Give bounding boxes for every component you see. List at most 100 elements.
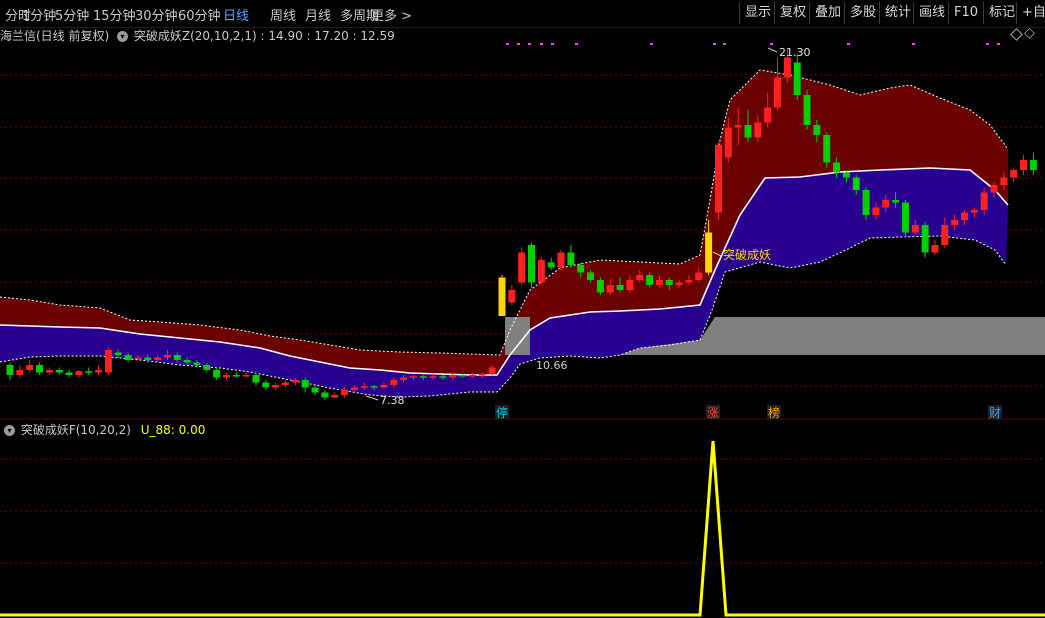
- marker-1: 涨: [707, 405, 719, 420]
- toolbar-button-6[interactable]: F10: [948, 2, 983, 24]
- candle-body: [951, 220, 959, 225]
- toolbar-button-5[interactable]: 画线: [913, 2, 950, 24]
- u88-line: [0, 440, 1045, 617]
- candle-body: [104, 350, 112, 373]
- period-tab-7[interactable]: 周线: [270, 5, 296, 24]
- candle-body: [646, 275, 654, 285]
- lower-indicator-chart: [0, 440, 1045, 617]
- candle-body: [528, 245, 536, 283]
- candle-body: [203, 365, 211, 370]
- candle-body: [95, 370, 103, 373]
- top-dot-4: [551, 43, 554, 45]
- candle-body: [714, 145, 722, 213]
- lower-indicator-value: U_88: 0.00: [140, 423, 206, 437]
- candle-body: [439, 376, 447, 378]
- toolbar-button-2[interactable]: 叠加: [809, 2, 846, 24]
- candle-body: [774, 77, 782, 108]
- signal-label: 突破成妖: [723, 247, 771, 262]
- top-dot-10: [847, 43, 850, 45]
- candle-body: [833, 162, 841, 173]
- candle-body: [606, 285, 614, 293]
- indicator-toggle-icon[interactable]: ▾: [117, 31, 129, 42]
- candle-body: [16, 370, 24, 375]
- candle-body: [341, 390, 349, 395]
- more-icon[interactable]: ◇: [1024, 25, 1035, 41]
- candle-body: [1020, 160, 1028, 170]
- candle-body: [803, 95, 811, 125]
- candle-body: [311, 387, 319, 393]
- candle-body: [901, 202, 909, 233]
- period-tab-6[interactable]: 日线: [223, 5, 249, 24]
- candle-body: [36, 365, 44, 373]
- candle-body: [1029, 160, 1037, 170]
- top-dot-1: [517, 43, 520, 45]
- toolbar-button-7[interactable]: 标记: [983, 2, 1020, 24]
- toolbar-button-0[interactable]: 显示: [739, 2, 776, 24]
- toolbar-button-3[interactable]: 多股: [844, 2, 881, 24]
- candle-body: [685, 280, 693, 283]
- toolbar-button-1[interactable]: 复权: [774, 2, 811, 24]
- candle-body: [400, 377, 408, 380]
- period-tab-2[interactable]: 5分钟: [55, 5, 89, 24]
- candle-body: [390, 380, 398, 385]
- candle-body: [291, 380, 299, 383]
- top-dot-6: [650, 43, 653, 45]
- candle-body: [321, 392, 329, 398]
- lower-indicator-name[interactable]: 突破成妖F(10,20,2): [21, 423, 131, 437]
- candle-body: [813, 125, 821, 135]
- indicator-name[interactable]: 突破成妖Z(20,10,2,1): [134, 29, 257, 43]
- top-dot-2: [528, 43, 531, 45]
- candle-body: [1010, 170, 1018, 178]
- top-dot-13: [997, 43, 1000, 45]
- top-dot-11: [912, 43, 915, 45]
- candle-body: [872, 207, 880, 215]
- top-dot-12: [986, 43, 989, 45]
- main-chart[interactable]: 21.30 7.38 10.66 突破成妖停 涨 榜 财: [0, 0, 1045, 618]
- indicator-values: : 14.90 : 17.20 : 12.59: [260, 29, 395, 43]
- period-tab-5[interactable]: 60分钟: [178, 5, 221, 24]
- lower-info-line: ▾ 突破成妖F(10,20,2) U_88: 0.00: [0, 421, 205, 437]
- marker-3: 财: [989, 406, 1001, 420]
- candle-body: [655, 280, 663, 285]
- candle-body: [587, 272, 595, 280]
- top-dot-0: [506, 43, 509, 45]
- candle-body: [409, 376, 417, 378]
- period-tab-3[interactable]: 15分钟: [93, 5, 136, 24]
- candle-body: [724, 127, 732, 158]
- candle-body: [892, 200, 900, 203]
- toolbar-button-8[interactable]: +自选: [1016, 2, 1045, 24]
- candle-body: [941, 225, 949, 245]
- gray-block-left: [505, 317, 530, 355]
- candle-body: [793, 62, 801, 95]
- candle-body: [705, 232, 713, 273]
- candle-body: [567, 252, 575, 265]
- candle-body: [154, 357, 162, 360]
- candle-body: [301, 380, 309, 388]
- stock-title: 海兰信(日线 前复权): [0, 29, 110, 43]
- high-pointer: [767, 47, 778, 53]
- period-tab-8[interactable]: 月线: [305, 5, 331, 24]
- candle-body: [370, 386, 378, 388]
- period-tab-10[interactable]: 更多 >: [371, 5, 412, 24]
- candle-body: [242, 375, 250, 377]
- candle-body: [960, 212, 968, 220]
- period-tab-4[interactable]: 30分钟: [135, 5, 178, 24]
- candle-body: [980, 192, 988, 210]
- toolbar-button-4[interactable]: 统计: [879, 2, 916, 24]
- candle-body: [183, 360, 191, 363]
- candle-body: [478, 373, 486, 376]
- candle-body: [734, 125, 742, 128]
- low-pointer: [365, 395, 379, 401]
- candle-body: [449, 375, 457, 378]
- low-price-label: 7.38: [380, 394, 405, 407]
- candle-body: [577, 265, 585, 273]
- lower-indicator-toggle-icon[interactable]: ▾: [4, 425, 15, 436]
- candle-body: [626, 280, 634, 290]
- candle-body: [360, 386, 368, 388]
- candle-body: [114, 352, 122, 355]
- candle-body: [498, 277, 506, 316]
- candle-body: [970, 210, 978, 213]
- period-tab-1[interactable]: 1分钟: [22, 5, 56, 24]
- candle-body: [921, 225, 929, 253]
- candle-body: [547, 262, 555, 268]
